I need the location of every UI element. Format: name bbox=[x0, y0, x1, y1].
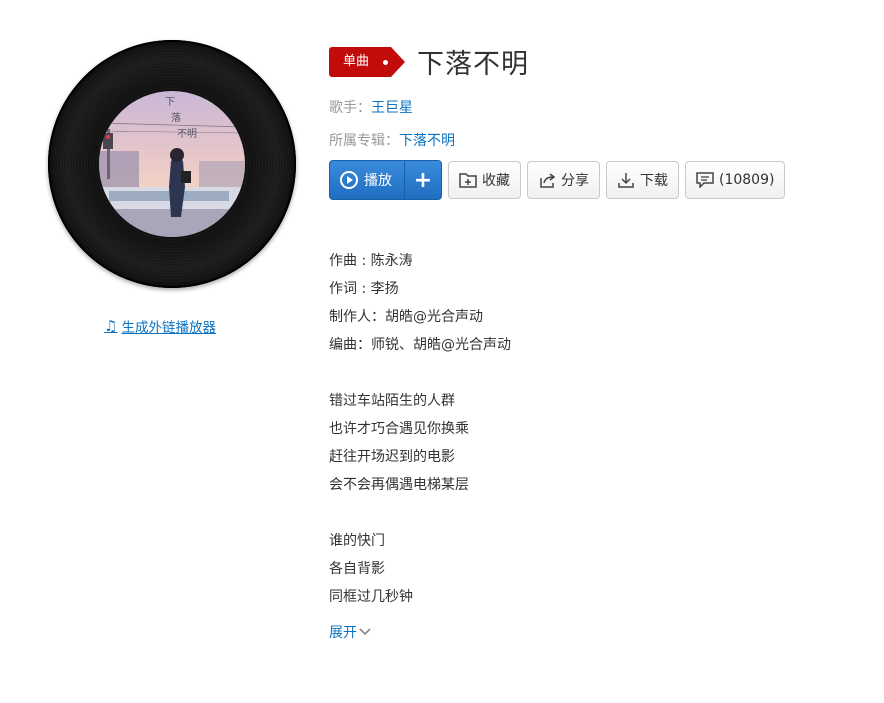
credit-line: 编曲：师锐、胡皓@光合声动 bbox=[329, 337, 511, 353]
comment-count: (10809) bbox=[719, 172, 775, 188]
chevron-down-icon bbox=[359, 628, 371, 636]
tag-dot bbox=[383, 59, 389, 65]
lyric-line: 赶往开场迟到的电影 bbox=[329, 449, 455, 465]
share-icon bbox=[540, 173, 556, 188]
single-tag: 单曲 bbox=[329, 46, 406, 77]
collect-label: 收藏 bbox=[482, 173, 510, 189]
download-button[interactable]: 下载 bbox=[606, 161, 679, 199]
lyric-line: 错过车站陌生的人群 bbox=[329, 393, 455, 409]
single-tag-label: 单曲 bbox=[343, 53, 370, 69]
album-row: 所属专辑：下落不明 bbox=[329, 130, 455, 150]
lyric-line: 各自背影 bbox=[329, 561, 385, 577]
play-button[interactable]: 播放 bbox=[330, 161, 404, 199]
album-link[interactable]: 下落不明 bbox=[399, 133, 455, 149]
lyric-line: 也许才巧合遇见你换乘 bbox=[329, 421, 469, 437]
expand-label: 展开 bbox=[329, 625, 357, 641]
generate-external-player-link[interactable]: ♫ 生成外链播放器 bbox=[104, 316, 216, 336]
lyric-line: 会不会再偶遇电梯某层 bbox=[329, 477, 469, 493]
singer-link[interactable]: 王巨星 bbox=[371, 100, 413, 116]
download-icon bbox=[618, 173, 634, 188]
action-buttons: 播放 + 收藏 分享 下载 (10809) bbox=[329, 160, 786, 200]
svg-text:下: 下 bbox=[165, 97, 175, 108]
play-button-group: 播放 + bbox=[329, 160, 442, 200]
folder-add-icon bbox=[459, 173, 477, 188]
external-link-label: 生成外链播放器 bbox=[121, 320, 216, 336]
credit-line: 制作人：胡皓@光合声动 bbox=[329, 309, 483, 325]
share-label: 分享 bbox=[561, 173, 589, 189]
lyric-line: 谁的快门 bbox=[329, 533, 385, 549]
add-to-playlist-button[interactable]: + bbox=[404, 161, 441, 199]
play-circle-icon bbox=[340, 171, 358, 189]
lyrics-section: 作曲 : 陈永涛 作词 : 李扬 制作人：胡皓@光合声动 编曲：师锐、胡皓@光合… bbox=[329, 250, 511, 614]
credit-line: 作曲 : 陈永涛 bbox=[329, 253, 413, 269]
play-label: 播放 bbox=[364, 173, 392, 189]
download-label: 下载 bbox=[640, 173, 668, 189]
lyric-line: 同框过几秒钟 bbox=[329, 589, 413, 605]
collect-button[interactable]: 收藏 bbox=[448, 161, 521, 199]
song-header: 单曲 下落不明 bbox=[329, 42, 529, 81]
album-cover-image: 下 落 不明 bbox=[99, 91, 245, 237]
album-cover-vinyl: 下 落 不明 bbox=[48, 40, 296, 288]
credit-line: 作词 : 李扬 bbox=[329, 281, 399, 297]
singer-row: 歌手：王巨星 bbox=[329, 97, 413, 117]
share-button[interactable]: 分享 bbox=[527, 161, 600, 199]
singer-label: 歌手： bbox=[329, 100, 371, 116]
svg-text:不明: 不明 bbox=[177, 128, 197, 140]
comment-button[interactable]: (10809) bbox=[685, 161, 786, 199]
album-label: 所属专辑： bbox=[329, 133, 399, 149]
svg-text:落: 落 bbox=[171, 112, 181, 124]
song-title: 下落不明 bbox=[417, 49, 530, 80]
music-note-icon: ♫ bbox=[104, 317, 118, 335]
expand-lyrics-link[interactable]: 展开 bbox=[329, 622, 371, 642]
comment-icon bbox=[696, 172, 714, 188]
